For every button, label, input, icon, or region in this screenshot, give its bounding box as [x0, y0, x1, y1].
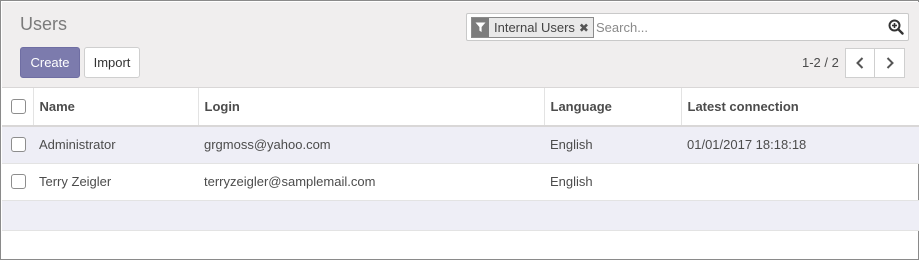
pager-previous-button[interactable] [845, 48, 875, 78]
row-check-cell [2, 163, 33, 201]
filter-icon [472, 18, 489, 37]
empty-cell [544, 200, 681, 231]
column-header-latest-connection[interactable]: Latest connection [680, 88, 919, 127]
empty-cell [33, 200, 198, 231]
chevron-left-icon [856, 57, 864, 69]
search-facet[interactable]: Internal Users ✖ [471, 17, 594, 38]
empty-cell [681, 200, 919, 231]
cell-language[interactable]: English [544, 126, 681, 164]
window-frame: Users Internal Users ✖ Create Import [0, 0, 919, 260]
column-header-language[interactable]: Language [543, 88, 681, 127]
cell-latest-connection[interactable] [681, 163, 919, 201]
import-button[interactable]: Import [84, 47, 140, 78]
control-panel: Users Internal Users ✖ Create Import [2, 2, 919, 88]
select-all-checkbox[interactable] [11, 99, 26, 114]
row-check-cell [2, 126, 33, 164]
select-all-cell [2, 88, 33, 127]
pager-value[interactable]: 1-2 / 2 [802, 55, 839, 70]
users-table: Name Login Language Latest connection Ad… [2, 88, 919, 231]
empty-cell [198, 200, 544, 231]
table-row[interactable]: Administrator grgmoss@yahoo.com English … [2, 126, 919, 164]
row-checkbox[interactable] [11, 174, 26, 189]
create-button[interactable]: Create [20, 47, 80, 78]
cell-language[interactable]: English [544, 163, 681, 201]
empty-row [2, 200, 919, 231]
pager-buttons [845, 48, 905, 78]
page-title: Users [20, 14, 68, 34]
cell-login[interactable]: grgmoss@yahoo.com [198, 126, 544, 164]
close-icon[interactable]: ✖ [579, 21, 593, 35]
search-box[interactable]: Internal Users ✖ [466, 13, 909, 41]
cell-latest-connection[interactable]: 01/01/2017 18:18:18 [681, 126, 919, 164]
search-plus-icon[interactable] [888, 19, 904, 35]
cell-name[interactable]: Terry Zeigler [33, 163, 198, 201]
column-header-login[interactable]: Login [197, 88, 544, 127]
cell-name[interactable]: Administrator [33, 126, 198, 164]
column-header-name[interactable]: Name [32, 88, 198, 127]
facet-label: Internal Users [494, 20, 575, 35]
table-header-row: Name Login Language Latest connection [2, 88, 919, 127]
empty-cell [2, 200, 33, 231]
search-input[interactable] [596, 17, 876, 37]
pager-next-button[interactable] [875, 48, 905, 78]
table-row[interactable]: Terry Zeigler terryzeigler@samplemail.co… [2, 163, 919, 201]
chevron-right-icon [886, 57, 894, 69]
row-checkbox[interactable] [11, 137, 26, 153]
cell-login[interactable]: terryzeigler@samplemail.com [198, 163, 544, 201]
